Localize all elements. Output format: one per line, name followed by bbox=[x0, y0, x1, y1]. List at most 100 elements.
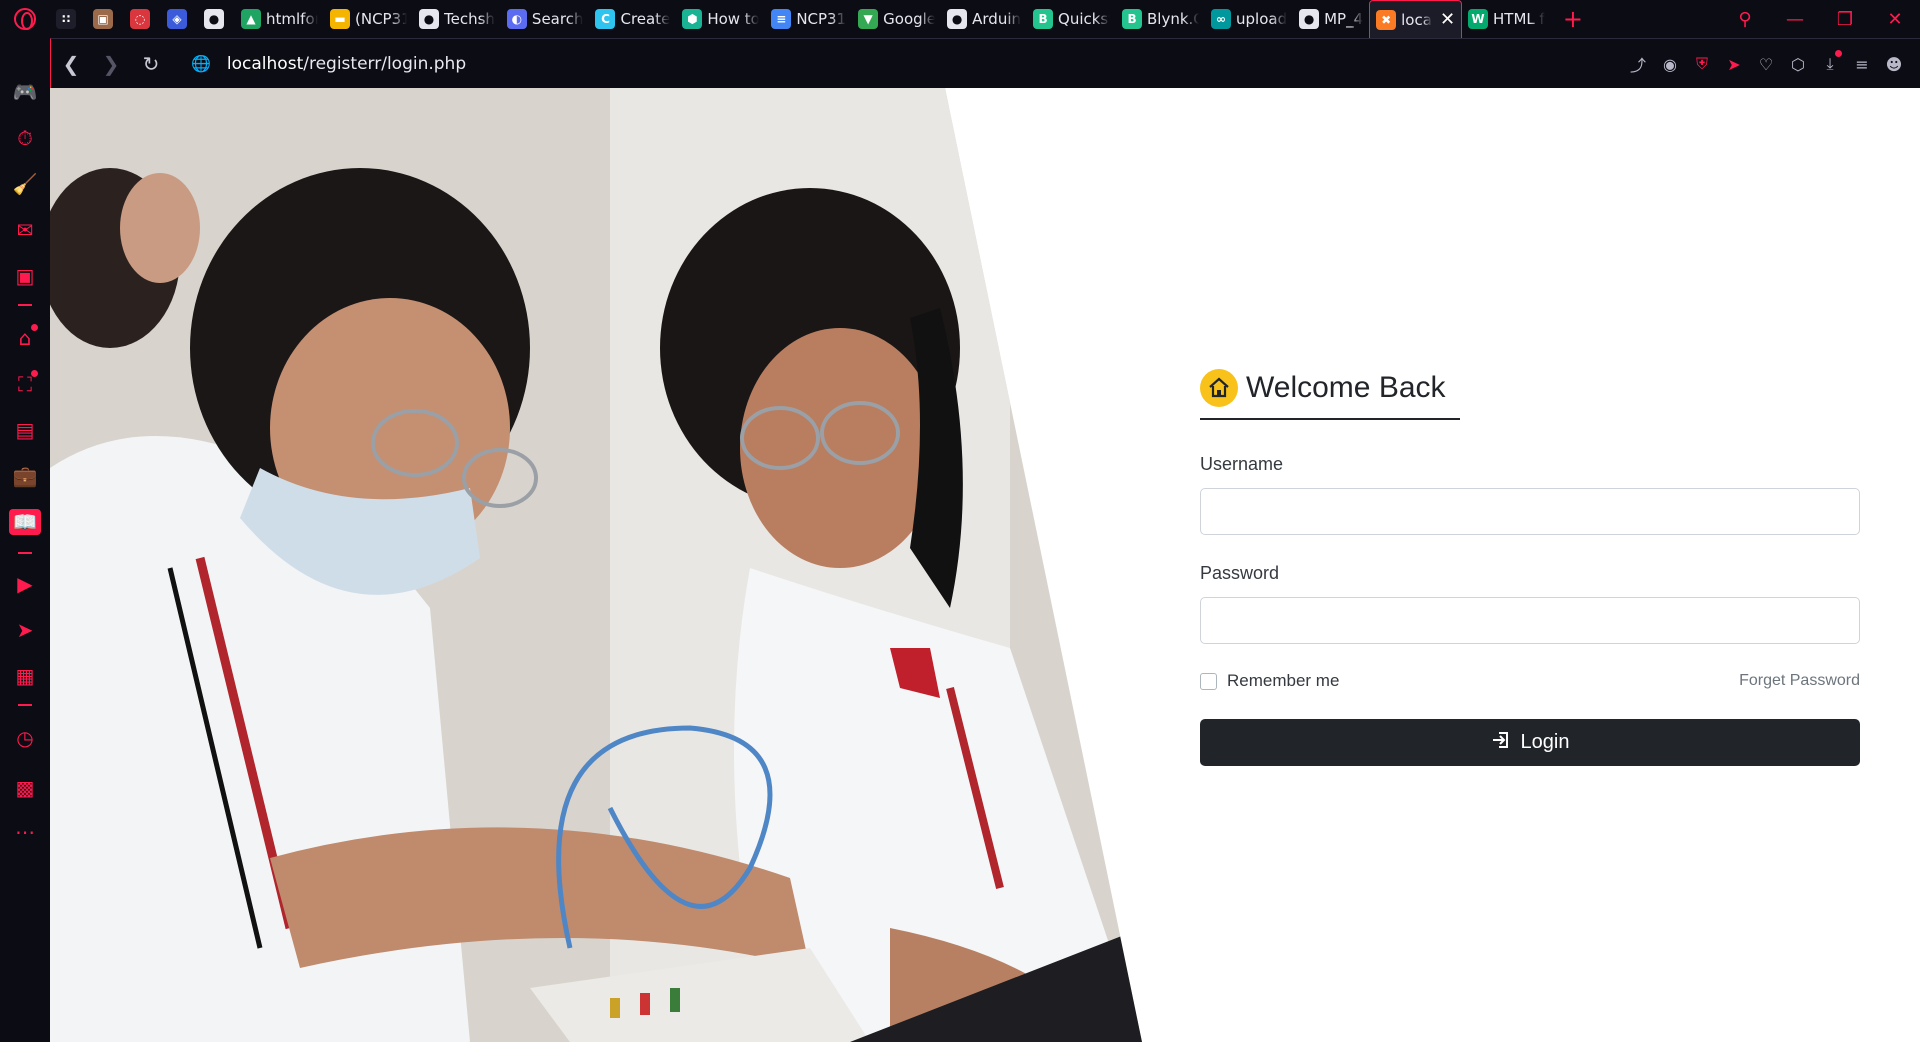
docs-icon: ≡ bbox=[771, 9, 792, 29]
tab-label: Google bbox=[883, 10, 936, 28]
search-tabs-icon[interactable]: ⚲ bbox=[1720, 9, 1770, 30]
sidebar-divider bbox=[18, 552, 32, 554]
sidebar-divider bbox=[18, 304, 32, 306]
snapshot-icon[interactable]: ◉ bbox=[1654, 55, 1686, 74]
toolbar-icons: ⤴ ◉ ⛨ ➤ ♡ ⬡ ⤓ ≡ ☻ bbox=[1622, 39, 1910, 89]
player-icon[interactable]: ▶ bbox=[0, 564, 50, 604]
tab-list: ∷ ▣ ◌ ◈ ● ▲ htmlfor ▬ (NCP31 ● Techsh ◐ Search C Creat… bbox=[50, 0, 1551, 38]
gallery-icon[interactable]: ▩ bbox=[0, 768, 50, 808]
browser-tab[interactable]: ● MP_4 bbox=[1293, 0, 1369, 38]
browser-tab[interactable]: ⬢ How to bbox=[676, 0, 765, 38]
tab-label: Techsh bbox=[444, 10, 495, 28]
browser-tab[interactable]: ✖ loca ✕ bbox=[1369, 0, 1463, 38]
search-app-icon: ◐ bbox=[506, 9, 527, 29]
hardware-icon[interactable]: ▣ bbox=[0, 256, 50, 296]
forget-password-link[interactable]: Forget Password bbox=[1739, 672, 1860, 690]
close-window-button[interactable]: ✕ bbox=[1870, 9, 1920, 30]
window-controls: ⚲ — ❐ ✕ bbox=[1720, 0, 1920, 38]
new-tab-button[interactable]: + bbox=[1551, 5, 1595, 33]
site-info-icon[interactable]: 🌐 bbox=[191, 54, 211, 73]
login-button[interactable]: Login bbox=[1200, 719, 1860, 766]
extensions-cube-icon[interactable]: ⬡ bbox=[1782, 55, 1814, 74]
browser-tab[interactable]: C Create bbox=[589, 0, 676, 38]
page-title: Welcome Back bbox=[1246, 371, 1446, 404]
wallet-icon[interactable]: ▦ bbox=[0, 656, 50, 696]
flow-send-icon[interactable]: ➤ bbox=[1718, 55, 1750, 74]
minimize-button[interactable]: — bbox=[1770, 9, 1820, 30]
browser-tab[interactable]: ● Arduin bbox=[941, 0, 1027, 38]
browser-tab[interactable]: ▣ bbox=[87, 0, 124, 38]
games-icon[interactable]: ⛶ bbox=[0, 364, 50, 404]
login-button-label: Login bbox=[1520, 731, 1570, 753]
shield-icon: ◈ bbox=[167, 9, 187, 29]
tab-label: MP_4 bbox=[1324, 10, 1364, 28]
close-tab-icon[interactable]: ✕ bbox=[1440, 9, 1455, 30]
forward-button[interactable]: ❯ bbox=[91, 52, 131, 76]
tab-label: (NCP31 bbox=[355, 10, 407, 28]
opera-menu-icon[interactable] bbox=[0, 0, 50, 38]
browser-tab[interactable]: ● Techsh bbox=[413, 0, 501, 38]
adblock-shield-icon[interactable]: ⛨ bbox=[1686, 54, 1718, 74]
profile-icon[interactable]: ☻ bbox=[1878, 55, 1910, 74]
login-form: Welcome Back Username Password Remember … bbox=[1200, 366, 1860, 766]
sidebar-divider bbox=[18, 704, 32, 706]
browser-tab[interactable]: ▬ (NCP31 bbox=[324, 0, 413, 38]
cleaner-icon[interactable]: 🧹 bbox=[0, 164, 50, 204]
browser-tab[interactable]: ◌ bbox=[124, 0, 161, 38]
tab-label: loca bbox=[1401, 10, 1432, 29]
reload-button[interactable]: ↻ bbox=[131, 52, 171, 76]
more-dots-icon[interactable]: ⋯ bbox=[0, 812, 50, 852]
browser-tab[interactable]: ▲ htmlfor bbox=[235, 0, 324, 38]
back-button[interactable]: ❮ bbox=[51, 52, 91, 76]
tab-label: Search bbox=[531, 10, 584, 28]
globe-icon: ● bbox=[419, 9, 439, 29]
xampp-icon: ✖ bbox=[1376, 9, 1397, 30]
browser-tab[interactable]: B Blynk.C bbox=[1116, 0, 1205, 38]
tab-label: upload bbox=[1236, 10, 1288, 28]
bookmark-heart-icon[interactable]: ♡ bbox=[1750, 55, 1782, 74]
browser-tab[interactable]: ≡ NCP31 bbox=[765, 0, 852, 38]
tab-label: HTML f bbox=[1493, 10, 1545, 28]
students-photo bbox=[50, 88, 1142, 1042]
downloads-icon[interactable]: ⤓ bbox=[1814, 50, 1846, 74]
photo-illustration bbox=[50, 88, 1142, 1042]
arduino-icon: ∞ bbox=[1211, 9, 1232, 29]
browser-tab[interactable]: ● bbox=[198, 0, 235, 38]
remember-checkbox[interactable] bbox=[1200, 672, 1217, 690]
notes-icon[interactable]: ▤ bbox=[0, 410, 50, 450]
send-icon[interactable]: ➤ bbox=[0, 610, 50, 650]
browser-tab[interactable]: ∷ bbox=[50, 0, 87, 38]
password-label: Password bbox=[1200, 563, 1280, 583]
browser-tab[interactable]: B Quickst bbox=[1027, 0, 1116, 38]
easy-setup-icon[interactable]: ≡ bbox=[1846, 55, 1878, 74]
share-icon[interactable]: ⤴ bbox=[1622, 52, 1654, 76]
browser-tab[interactable]: ▼ Google bbox=[852, 0, 941, 38]
restore-button[interactable]: ❐ bbox=[1820, 9, 1870, 30]
page-viewport: Welcome Back Username Password Remember … bbox=[50, 88, 1920, 1042]
twitch-icon[interactable]: ✉ bbox=[0, 210, 50, 250]
browser-tab[interactable]: ◐ Search bbox=[501, 0, 590, 38]
remember-me[interactable]: Remember me bbox=[1200, 671, 1339, 691]
tab-label: NCP31 bbox=[796, 10, 847, 28]
tab-strip: ∷ ▣ ◌ ◈ ● ▲ htmlfor ▬ (NCP31 ● Techsh ◐ Search C Creat… bbox=[0, 0, 1920, 38]
sidebar: 🎮 ⏱ 🧹 ✉ ▣ ⌂ ⛶ ▤ 💼 📖 ▶ ➤ ▦ ◷ ▩ ⋯ bbox=[0, 38, 50, 1042]
gx-corner-icon[interactable]: 🎮 bbox=[0, 72, 50, 112]
canva-icon: C bbox=[595, 9, 616, 29]
blynk-icon: B bbox=[1033, 9, 1054, 29]
reader-book-icon[interactable]: 📖 bbox=[0, 502, 50, 542]
w3-icon: W bbox=[1468, 9, 1489, 29]
browser-tab[interactable]: ◈ bbox=[161, 0, 198, 38]
browser-tab[interactable]: W HTML f bbox=[1462, 0, 1551, 38]
tab-label: Arduin bbox=[972, 10, 1022, 28]
home-sidebar-icon[interactable]: ⌂ bbox=[0, 318, 50, 358]
login-icon bbox=[1491, 730, 1511, 755]
url-field[interactable]: localhost/registerr/login.php bbox=[227, 54, 466, 74]
briefcase-icon[interactable]: 💼 bbox=[0, 456, 50, 496]
ring-icon: ◌ bbox=[130, 9, 150, 29]
gx-control-icon[interactable]: ⏱ bbox=[0, 118, 50, 158]
password-input[interactable] bbox=[1200, 597, 1860, 644]
history-clock-icon[interactable]: ◷ bbox=[0, 718, 50, 758]
username-input[interactable] bbox=[1200, 488, 1860, 535]
photo-icon: ▣ bbox=[93, 9, 113, 29]
browser-tab[interactable]: ∞ upload bbox=[1205, 0, 1293, 38]
